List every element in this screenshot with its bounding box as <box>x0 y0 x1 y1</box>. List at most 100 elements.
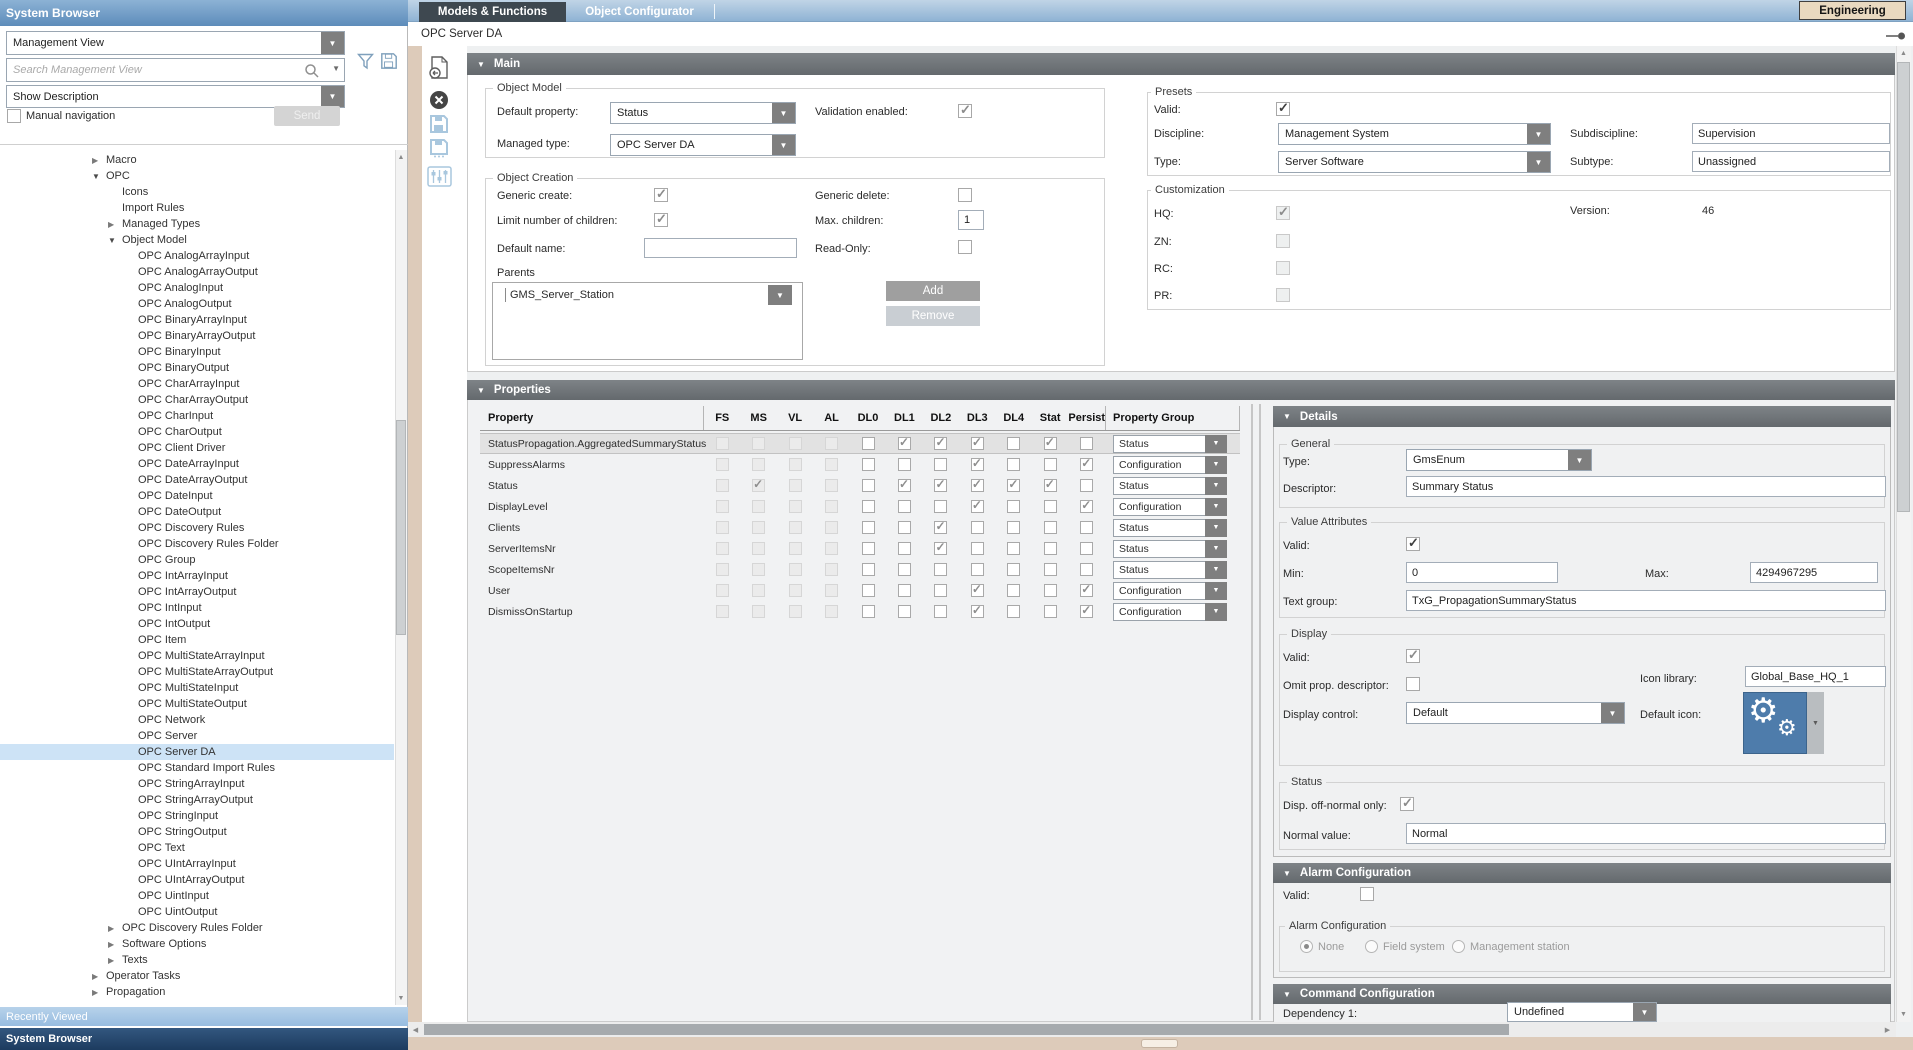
flag-checkbox-al[interactable] <box>825 542 838 555</box>
flag-checkbox-dl3[interactable] <box>971 500 984 513</box>
flag-checkbox-fs[interactable] <box>716 563 729 576</box>
flag-checkbox-vl[interactable] <box>789 479 802 492</box>
splitter-strip[interactable] <box>408 46 422 1037</box>
column-header-ms[interactable]: MS <box>740 406 776 430</box>
property-group-select[interactable]: Configuration▼ <box>1113 456 1227 474</box>
flag-checkbox-dl2[interactable] <box>934 542 947 555</box>
flag-checkbox-dl4[interactable] <box>1007 605 1020 618</box>
flag-checkbox-dl2[interactable] <box>934 479 947 492</box>
discipline-select[interactable]: Management System▼ <box>1278 123 1551 145</box>
property-row-clients[interactable]: ClientsStatus▼ <box>480 517 1240 538</box>
tree-scrollbar-thumb[interactable] <box>396 420 406 635</box>
save-search-icon[interactable] <box>380 52 398 70</box>
tree-item-opc-stringarrayoutput[interactable]: OPC StringArrayOutput <box>0 792 394 808</box>
chevron-down-icon[interactable]: ▼ <box>321 86 344 107</box>
collapse-arrow-icon[interactable]: ▼ <box>92 172 106 181</box>
import-model-icon[interactable] <box>428 56 450 80</box>
property-row-scopeitemsnr[interactable]: ScopeItemsNrStatus▼ <box>480 559 1240 580</box>
flag-checkbox-fs[interactable] <box>716 479 729 492</box>
flag-checkbox-dl3[interactable] <box>971 521 984 534</box>
off-normal-checkbox[interactable] <box>1400 797 1414 811</box>
tree-item-opc-discovery-rules[interactable]: OPC Discovery Rules <box>0 520 394 536</box>
flag-checkbox-al[interactable] <box>825 563 838 576</box>
flag-checkbox-dl0[interactable] <box>862 479 875 492</box>
flag-checkbox-dl0[interactable] <box>862 584 875 597</box>
flag-checkbox-ms[interactable] <box>752 437 765 450</box>
chevron-down-icon[interactable]: ▼ <box>1205 435 1227 453</box>
property-row-statuspropagation-aggregatedsummarystatus[interactable]: StatusPropagation.AggregatedSummaryStatu… <box>480 433 1240 454</box>
detail-type-select[interactable]: GmsEnum▼ <box>1406 449 1592 471</box>
scroll-up-icon[interactable]: ▲ <box>395 151 407 163</box>
flag-checkbox-dl0[interactable] <box>862 500 875 513</box>
flag-checkbox-persist[interactable] <box>1080 458 1093 471</box>
tree-item-object-model[interactable]: ▼Object Model <box>0 232 394 248</box>
chevron-down-icon[interactable]: ▼ <box>1527 124 1550 144</box>
flag-checkbox-dl4[interactable] <box>1007 542 1020 555</box>
column-header-property-group[interactable]: Property Group <box>1105 406 1240 430</box>
property-group-select[interactable]: Status▼ <box>1113 561 1227 579</box>
tree-item-opc-uintarrayoutput[interactable]: OPC UIntArrayOutput <box>0 872 394 888</box>
read-only-checkbox[interactable] <box>958 240 972 254</box>
column-header-dl2[interactable]: DL2 <box>923 406 959 430</box>
flag-checkbox-fs[interactable] <box>716 458 729 471</box>
flag-checkbox-dl3[interactable] <box>971 458 984 471</box>
chevron-down-icon[interactable]: ▼ <box>1633 1003 1656 1021</box>
tree-item-opc-datearrayinput[interactable]: OPC DateArrayInput <box>0 456 394 472</box>
flag-checkbox-persist[interactable] <box>1080 500 1093 513</box>
max-children-field[interactable]: 1 <box>958 210 984 230</box>
tree-item-opc-intarrayoutput[interactable]: OPC IntArrayOutput <box>0 584 394 600</box>
property-row-displaylevel[interactable]: DisplayLevelConfiguration▼ <box>480 496 1240 517</box>
chevron-down-icon[interactable]: ▼ <box>1205 477 1227 495</box>
collapse-arrow-icon[interactable]: ▼ <box>477 60 485 69</box>
limit-children-checkbox[interactable] <box>654 213 668 227</box>
scroll-down-icon[interactable]: ▼ <box>395 992 407 1004</box>
flag-checkbox-dl3[interactable] <box>971 605 984 618</box>
flag-checkbox-dl1[interactable] <box>898 542 911 555</box>
flag-checkbox-persist[interactable] <box>1080 563 1093 576</box>
parents-chevron-icon[interactable]: ▼ <box>768 285 792 305</box>
chevron-down-icon[interactable]: ▼ <box>1205 498 1227 516</box>
flag-checkbox-vl[interactable] <box>789 542 802 555</box>
expand-arrow-icon[interactable]: ▶ <box>92 156 106 165</box>
tree-item-import-rules[interactable]: Import Rules <box>0 200 394 216</box>
property-group-select[interactable]: Configuration▼ <box>1113 498 1227 516</box>
subdiscipline-field[interactable]: Supervision <box>1692 123 1890 144</box>
generic-delete-checkbox[interactable] <box>958 188 972 202</box>
min-field[interactable]: 0 <box>1406 562 1558 583</box>
tree-item-opc[interactable]: ▼OPC <box>0 168 394 184</box>
expand-arrow-icon[interactable]: ▶ <box>108 220 122 229</box>
display-control-select[interactable]: Default▼ <box>1406 702 1625 724</box>
tree-item-opc-multistatearrayinput[interactable]: OPC MultiStateArrayInput <box>0 648 394 664</box>
flag-checkbox-persist[interactable] <box>1080 584 1093 597</box>
tree-item-managed-types[interactable]: ▶Managed Types <box>0 216 394 232</box>
property-group-select[interactable]: Configuration▼ <box>1113 603 1227 621</box>
pr-checkbox[interactable] <box>1276 288 1290 302</box>
chevron-down-icon[interactable]: ▼ <box>1205 561 1227 579</box>
add-button[interactable]: Add <box>886 281 980 301</box>
flag-checkbox-dl2[interactable] <box>934 563 947 576</box>
chevron-down-icon[interactable]: ▼ <box>321 32 344 54</box>
tree-item-opc-text[interactable]: OPC Text <box>0 840 394 856</box>
flag-checkbox-dl0[interactable] <box>862 521 875 534</box>
flag-checkbox-al[interactable] <box>825 479 838 492</box>
tree-item-opc-binaryarrayoutput[interactable]: OPC BinaryArrayOutput <box>0 328 394 344</box>
presets-valid-checkbox[interactable] <box>1276 102 1290 116</box>
flag-checkbox-vl[interactable] <box>789 458 802 471</box>
tab-models-functions[interactable]: Models & Functions <box>419 2 566 22</box>
column-header-dl1[interactable]: DL1 <box>886 406 922 430</box>
flag-checkbox-dl3[interactable] <box>971 584 984 597</box>
flag-checkbox-stat[interactable] <box>1044 437 1057 450</box>
tree-item-opc-charoutput[interactable]: OPC CharOutput <box>0 424 394 440</box>
tree-item-opc-chararrayoutput[interactable]: OPC CharArrayOutput <box>0 392 394 408</box>
section-header-command-configuration[interactable]: ▼Command Configuration <box>1273 984 1891 1004</box>
property-row-suppressalarms[interactable]: SuppressAlarmsConfiguration▼ <box>480 454 1240 475</box>
flag-checkbox-dl2[interactable] <box>934 437 947 450</box>
tree-item-opc-binaryarrayinput[interactable]: OPC BinaryArrayInput <box>0 312 394 328</box>
flag-checkbox-fs[interactable] <box>716 542 729 555</box>
tree-item-opc-intoutput[interactable]: OPC IntOutput <box>0 616 394 632</box>
property-group-select[interactable]: Status▼ <box>1113 435 1227 453</box>
view-selector[interactable]: Management View ▼ <box>6 31 345 55</box>
flag-checkbox-fs[interactable] <box>716 437 729 450</box>
flag-checkbox-dl4[interactable] <box>1007 437 1020 450</box>
property-row-user[interactable]: UserConfiguration▼ <box>480 580 1240 601</box>
